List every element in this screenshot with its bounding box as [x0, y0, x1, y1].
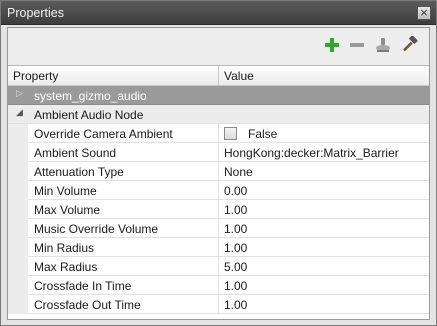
property-row[interactable]: Max Volume 1.00 — [8, 200, 429, 219]
property-row[interactable]: Max Radius 5.00 — [8, 257, 429, 276]
property-row[interactable]: Ambient Sound HongKong:decker:Matrix_Bar… — [8, 143, 429, 162]
category-row[interactable]: ◢ Ambient Audio Node — [8, 105, 429, 124]
category-row[interactable]: ▷ system_gizmo_audio — [8, 86, 429, 105]
header-value[interactable]: Value — [224, 69, 254, 83]
property-grid: Property Value ▷ system_gizmo_audio ◢ Am… — [8, 65, 429, 319]
row-gutter — [8, 257, 28, 276]
grid-rows: ▷ system_gizmo_audio ◢ Ambient Audio Nod… — [8, 86, 429, 314]
close-icon[interactable]: × — [417, 6, 431, 20]
property-value[interactable]: 0.00 — [224, 184, 247, 198]
title-bar[interactable]: Properties × — [1, 1, 436, 25]
toolbar — [8, 28, 429, 64]
property-name: Ambient Sound — [34, 146, 117, 160]
property-row[interactable]: Crossfade In Time 1.00 — [8, 276, 429, 295]
column-divider — [218, 181, 219, 200]
column-divider — [218, 295, 219, 314]
category-label: Ambient Audio Node — [34, 108, 144, 122]
property-value[interactable]: 1.00 — [224, 241, 247, 255]
row-gutter — [8, 276, 28, 295]
row-gutter — [8, 219, 28, 238]
property-name: Min Volume — [34, 184, 97, 198]
column-divider — [218, 276, 219, 295]
property-name: Max Volume — [34, 203, 101, 217]
property-value[interactable]: None — [224, 165, 253, 179]
collapse-icon[interactable]: ◢ — [16, 108, 23, 118]
column-divider — [218, 238, 219, 257]
properties-panel: Property Value ▷ system_gizmo_audio ◢ Am… — [7, 27, 430, 320]
hammer-icon — [403, 36, 418, 52]
row-gutter — [8, 200, 28, 219]
category-label: system_gizmo_audio — [34, 89, 147, 103]
property-name: Crossfade In Time — [34, 279, 132, 293]
override-checkbox[interactable] — [224, 127, 237, 140]
property-value[interactable]: 1.00 — [224, 279, 247, 293]
property-name: Max Radius — [34, 260, 98, 274]
hammer-button[interactable] — [398, 34, 420, 56]
property-value[interactable]: 1.00 — [224, 222, 247, 236]
property-name: Music Override Volume — [34, 222, 159, 236]
column-divider — [218, 219, 219, 238]
column-divider — [218, 257, 219, 276]
window-title: Properties — [7, 6, 64, 20]
property-row[interactable]: Music Override Volume 1.00 — [8, 219, 429, 238]
property-value[interactable]: 1.00 — [224, 203, 247, 217]
row-gutter — [8, 238, 28, 257]
property-name: Attenuation Type — [34, 165, 124, 179]
property-row[interactable]: Min Radius 1.00 — [8, 238, 429, 257]
row-gutter — [8, 295, 28, 314]
add-button[interactable] — [321, 34, 343, 56]
property-value: False — [248, 127, 278, 141]
property-value[interactable]: 5.00 — [224, 260, 247, 274]
expand-icon[interactable]: ▷ — [16, 89, 23, 99]
property-row[interactable]: Crossfade Out Time 1.00 — [8, 295, 429, 314]
column-divider — [218, 162, 219, 181]
column-divider — [218, 124, 219, 143]
column-divider — [218, 143, 219, 162]
property-row[interactable]: Override Camera Ambient False — [8, 124, 429, 143]
row-gutter — [8, 181, 28, 200]
stamp-button[interactable] — [372, 34, 394, 56]
property-row[interactable]: Attenuation Type None — [8, 162, 429, 181]
remove-icon — [350, 43, 364, 47]
property-value[interactable]: 1.00 — [224, 298, 247, 312]
property-name: Min Radius — [34, 241, 95, 255]
header-property[interactable]: Property — [13, 69, 58, 83]
remove-button[interactable] — [346, 34, 368, 56]
property-value[interactable]: HongKong:decker:Matrix_Barrier — [224, 146, 399, 160]
grid-header: Property Value — [8, 66, 429, 86]
row-gutter — [8, 162, 28, 181]
property-row[interactable]: Min Volume 0.00 — [8, 181, 429, 200]
add-icon — [325, 38, 339, 52]
header-divider — [218, 66, 219, 86]
property-name: Crossfade Out Time — [34, 298, 141, 312]
property-name: Override Camera Ambient — [34, 127, 173, 141]
row-gutter — [8, 143, 28, 162]
row-gutter — [8, 124, 28, 143]
properties-window: Properties × Property Value ▷ system_giz… — [0, 0, 437, 326]
stamp-icon — [376, 38, 390, 52]
column-divider — [218, 200, 219, 219]
